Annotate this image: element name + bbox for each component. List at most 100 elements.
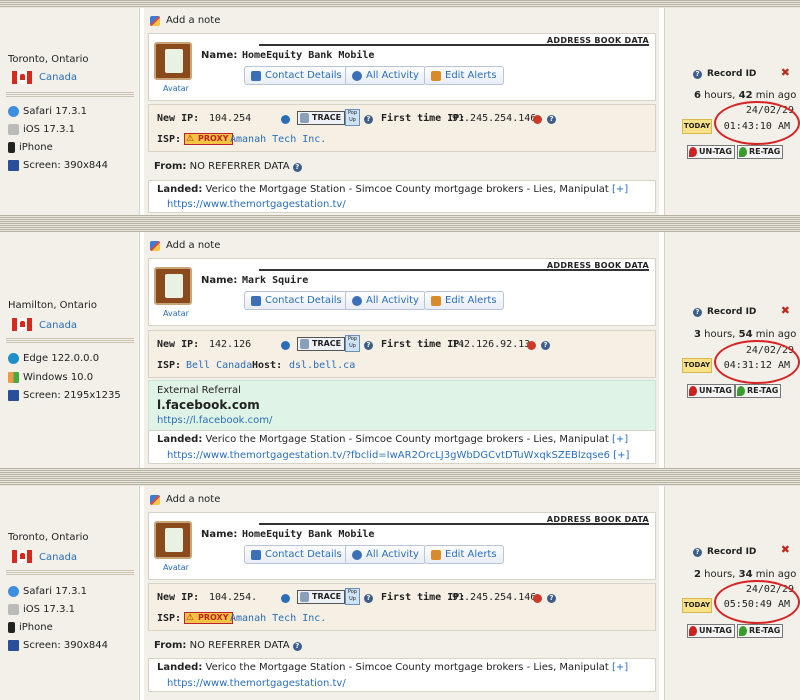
landed-url[interactable]: https://www.themortgagestation.tv/ — [167, 678, 346, 689]
untag-button[interactable]: UN-TAG — [687, 624, 735, 638]
contact-details-button[interactable]: Contact Details — [244, 66, 349, 85]
edit-alerts-button[interactable]: Edit Alerts — [424, 545, 504, 564]
avatar-book-icon[interactable] — [154, 42, 192, 80]
trace-button[interactable]: TRACE — [297, 111, 346, 125]
canada-flag-icon — [12, 71, 32, 84]
help-icon[interactable]: ? — [541, 341, 550, 350]
isp-link[interactable]: Bell Canada — [186, 360, 252, 371]
landed-url[interactable]: https://www.themortgagestation.tv/ — [167, 199, 346, 210]
first-ip-value: 91.245.254.146 — [452, 592, 537, 603]
all-activity-button[interactable]: All Activity — [345, 545, 426, 564]
help-icon[interactable]: ? — [364, 115, 373, 124]
details-column: Add a note ADDRESS BOOK DATA Avatar Name… — [144, 232, 659, 468]
popup-button[interactable]: Pop Up — [345, 588, 360, 605]
contact-details-button[interactable]: Contact Details — [244, 291, 349, 310]
landed-box: Landed: Verico the Mortgage Station - Si… — [148, 180, 656, 213]
avatar-label: Avatar — [163, 84, 189, 93]
divider — [6, 570, 134, 575]
phone-icon — [8, 142, 15, 153]
isp-link[interactable]: Amanah Tech Inc. — [230, 134, 326, 145]
host-link[interactable]: dsl.bell.ca — [289, 360, 355, 371]
annotation-circle — [714, 101, 800, 145]
contact-details-label: Contact Details — [265, 70, 342, 81]
from-value: NO REFERRER DATA — [189, 640, 290, 651]
host-label: Host: — [252, 360, 283, 371]
all-activity-label: All Activity — [366, 295, 419, 306]
help-icon[interactable]: ? — [364, 341, 373, 350]
help-icon[interactable]: ? — [364, 594, 373, 603]
close-icon[interactable]: ✖ — [781, 543, 790, 556]
lookup-icon[interactable] — [281, 594, 290, 603]
visitor-record: Toronto, Ontario Canada Safari 17.3.1 iO… — [0, 8, 800, 215]
new-ip-label: New IP: — [157, 592, 200, 603]
device-line: iPhone — [8, 622, 53, 633]
contact-name: Mark Squire — [242, 275, 309, 286]
trace-button[interactable]: TRACE — [297, 337, 346, 351]
today-badge: TODAY — [682, 598, 712, 613]
separator — [0, 215, 800, 232]
device-label: iPhone — [19, 142, 53, 153]
contact-details-button[interactable]: Contact Details — [244, 545, 349, 564]
add-note-link[interactable]: Add a note — [150, 494, 220, 505]
browser-line: Edge 122.0.0.0 — [8, 353, 99, 364]
avatar-book-icon[interactable] — [154, 267, 192, 305]
lookup-icon[interactable] — [527, 341, 536, 350]
help-icon[interactable]: ? — [292, 642, 302, 651]
country-link[interactable]: Canada — [39, 320, 77, 331]
expand-button[interactable]: [+] — [612, 184, 628, 195]
isp-link[interactable]: Amanah Tech Inc. — [230, 613, 326, 624]
add-note-link[interactable]: Add a note — [150, 15, 220, 26]
ago-hours-unit: hours, — [704, 90, 736, 101]
contact-icon — [251, 295, 261, 306]
all-activity-button[interactable]: All Activity — [345, 291, 426, 310]
browser-label: Edge 122.0.0.0 — [23, 353, 100, 364]
country-link[interactable]: Canada — [39, 552, 77, 563]
divider — [6, 338, 134, 343]
screen-label: Screen: 390x844 — [23, 160, 109, 171]
edit-alerts-button[interactable]: Edit Alerts — [424, 66, 504, 85]
visitor-record: Hamilton, Ontario Canada Edge 122.0.0.0 … — [0, 232, 800, 468]
country-link[interactable]: Canada — [39, 72, 77, 83]
os-line: Windows 10.0 — [8, 372, 93, 383]
ago-hours-unit: hours, — [704, 329, 736, 340]
expand-url-button[interactable]: [+] — [613, 450, 629, 461]
avatar-book-icon[interactable] — [154, 521, 192, 559]
close-icon[interactable]: ✖ — [781, 66, 790, 79]
first-ip-value: 91.245.254.146 — [452, 113, 537, 124]
device-line: iPhone — [8, 142, 53, 153]
expand-button[interactable]: [+] — [612, 434, 628, 445]
help-icon[interactable]: ? — [292, 163, 302, 172]
lookup-icon[interactable] — [281, 115, 290, 124]
help-icon[interactable]: ? — [693, 70, 702, 79]
from-label: From: — [154, 640, 187, 651]
ago-minutes-unit: min ago — [755, 329, 797, 340]
help-icon[interactable]: ? — [547, 115, 556, 124]
popup-button[interactable]: Pop Up — [345, 335, 360, 352]
close-icon[interactable]: ✖ — [781, 304, 790, 317]
trace-button[interactable]: TRACE — [297, 590, 346, 604]
all-activity-button[interactable]: All Activity — [345, 66, 426, 85]
lookup-icon[interactable] — [533, 115, 542, 124]
os-label: Windows 10.0 — [23, 372, 94, 383]
lookup-icon[interactable] — [533, 594, 542, 603]
help-icon[interactable]: ? — [693, 548, 702, 557]
referral-url[interactable]: https://l.facebook.com/ — [157, 415, 272, 426]
help-icon[interactable]: ? — [547, 594, 556, 603]
untag-button[interactable]: UN-TAG — [687, 145, 735, 159]
city-label: Toronto, Ontario — [8, 54, 89, 65]
expand-button[interactable]: [+] — [612, 662, 628, 673]
screen-line: Screen: 390x844 — [8, 160, 108, 171]
help-icon[interactable]: ? — [693, 308, 702, 317]
untag-button[interactable]: UN-TAG — [687, 384, 735, 398]
separator — [0, 0, 800, 8]
popup-button[interactable]: Pop Up — [345, 109, 360, 126]
retag-button[interactable]: RE-TAG — [737, 145, 784, 159]
edit-alerts-button[interactable]: Edit Alerts — [424, 291, 504, 310]
retag-button[interactable]: RE-TAG — [737, 624, 784, 638]
add-note-link[interactable]: Add a note — [150, 240, 220, 251]
ago-hours-unit: hours, — [704, 569, 736, 580]
lookup-icon[interactable] — [281, 341, 290, 350]
new-ip-value: 104.254 — [209, 113, 252, 124]
retag-button[interactable]: RE-TAG — [735, 384, 782, 398]
landed-url[interactable]: https://www.themortgagestation.tv/?fbcli… — [167, 450, 610, 461]
